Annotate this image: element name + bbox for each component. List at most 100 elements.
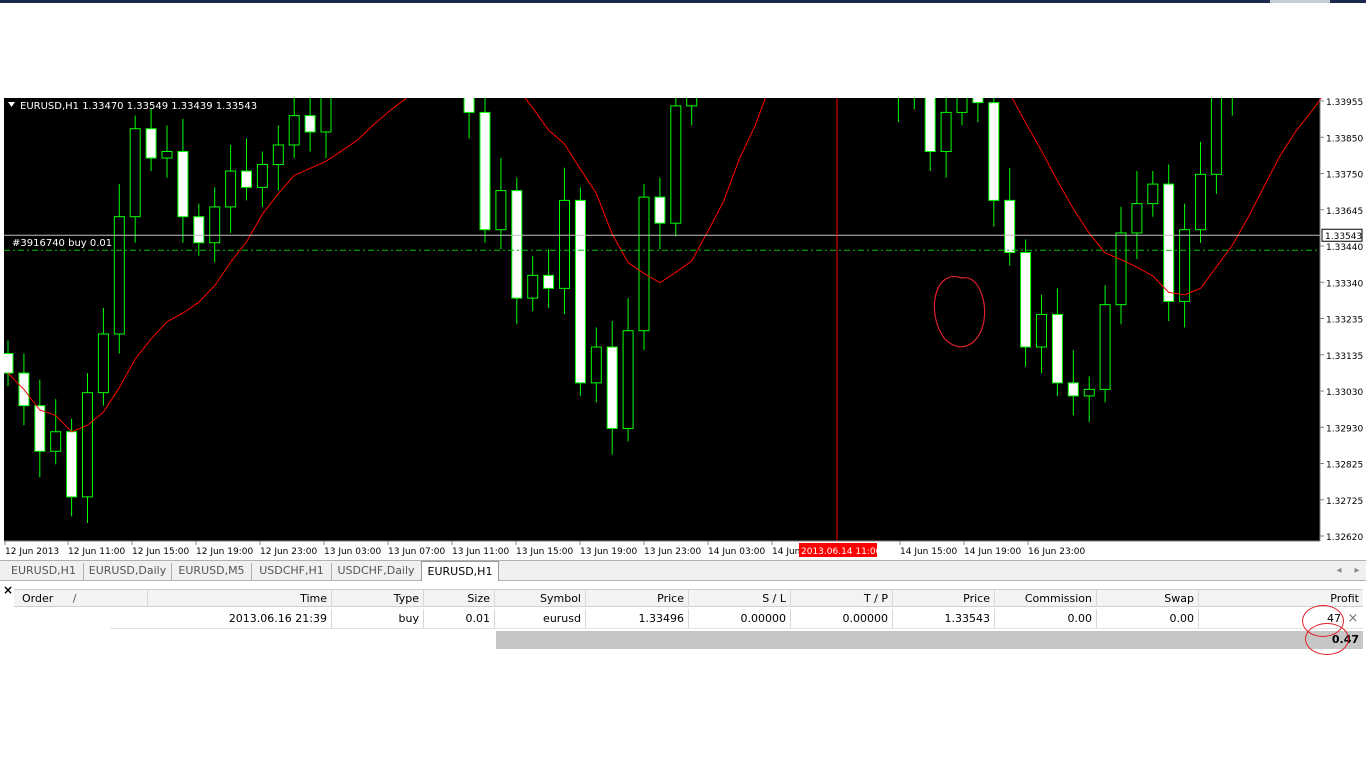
price-chart[interactable]: 1.33955 1.33850 1.33750 1.33645 1.33440 1.333… <box>4 98 1366 560</box>
price-tick-label: 1.33340 <box>1326 279 1363 289</box>
cell-symbol: eurusd <box>495 609 586 628</box>
candle-body <box>304 115 316 133</box>
time-tick-label: 13 Jun 15:00 <box>516 547 573 557</box>
chart-tab-bar: EURUSD,H1 EURUSD,Daily EURUSD,M5 USDCHF,… <box>0 560 1366 581</box>
candle-body <box>988 102 1000 201</box>
candle-body <box>1020 252 1032 348</box>
time-tick-label: 16 Jun 23:00 <box>1028 547 1085 557</box>
candle-body <box>1210 98 1222 175</box>
order-line-label: #3916740 buy 0.01 <box>12 238 112 249</box>
time-tick-label: 14 Jun 03:00 <box>708 547 765 557</box>
candle-body <box>82 392 93 498</box>
candle-body <box>1179 229 1191 302</box>
candlestick-chart-svg[interactable]: 1.33955 1.33850 1.33750 1.33645 1.33440 1.333… <box>4 98 1366 560</box>
time-tick-label: 13 Jun 19:00 <box>580 547 637 557</box>
candle-body <box>1067 382 1079 397</box>
tab-eurusd-m5[interactable]: EURUSD,M5 <box>172 563 252 580</box>
candle-body <box>66 431 78 498</box>
candle-body <box>177 151 189 218</box>
candle-body <box>940 111 952 153</box>
candle-body <box>1036 313 1047 348</box>
time-tick-label: 12 Jun 15:00 <box>132 547 189 557</box>
candle-body <box>622 330 634 429</box>
cell-tp: 0.00000 <box>791 609 893 628</box>
column-header-commission[interactable]: Commission <box>995 590 1097 607</box>
cell-commission: 0.00 <box>995 609 1097 628</box>
sort-indicator-icon: / <box>72 592 77 605</box>
column-header-swap[interactable]: Swap <box>1097 590 1199 607</box>
candle-body <box>145 128 157 159</box>
price-tick-label: 1.33135 <box>1326 352 1363 362</box>
cell-swap: 0.00 <box>1097 609 1199 628</box>
terminal-panel: × Order / Time Type Size Symbol Price S … <box>0 582 1366 668</box>
column-header-open-price[interactable]: Price <box>586 590 689 607</box>
column-header-profit[interactable]: Profit <box>1199 590 1363 607</box>
column-header-time[interactable]: Time <box>148 590 332 607</box>
table-row[interactable]: 2013.06.16 21:39 buy 0.01 eurusd 1.33496… <box>110 609 1363 629</box>
candle-body <box>1051 313 1063 384</box>
candle-body <box>574 199 586 384</box>
candle-body <box>209 206 221 244</box>
tab-usdchf-daily[interactable]: USDCHF,Daily <box>332 563 420 580</box>
price-tick-label: 1.33955 <box>1326 98 1363 108</box>
price-tick-label: 1.32930 <box>1326 424 1363 434</box>
terminal-close-icon[interactable]: × <box>3 584 13 596</box>
column-header-order[interactable]: Order / <box>14 590 148 607</box>
tab-scroll-right-icon[interactable]: ▸ <box>1350 563 1364 579</box>
price-tick-label: 1.33030 <box>1326 388 1363 398</box>
candle-body <box>320 98 332 133</box>
time-tick-label: 13 Jun 07:00 <box>388 547 445 557</box>
close-order-icon[interactable]: × <box>1346 609 1360 628</box>
trade-table-header: Order / Time Type Size Symbol Price S / … <box>14 589 1363 607</box>
candle-body <box>225 170 237 208</box>
price-tick-label: 1.32725 <box>1326 497 1363 507</box>
candle-body <box>1083 388 1095 397</box>
candle-body <box>1099 304 1111 390</box>
price-tick-label: 1.32825 <box>1326 461 1363 471</box>
tab-scroll-left-icon[interactable]: ◂ <box>1332 563 1346 579</box>
candle-body <box>511 190 523 299</box>
time-tick-label: 14 Jun 19:00 <box>964 547 1021 557</box>
column-header-tp[interactable]: T / P <box>791 590 893 607</box>
price-tick-label: 1.33750 <box>1326 171 1363 181</box>
candle-body <box>654 196 666 224</box>
cell-size: 0.01 <box>424 609 495 628</box>
candle-body <box>256 164 268 188</box>
candle-body <box>670 105 682 224</box>
cell-open-price: 1.33496 <box>586 609 689 628</box>
candle-body <box>1163 183 1175 302</box>
candle-body <box>543 274 555 289</box>
candle-body <box>463 98 475 113</box>
candle-body <box>924 98 936 153</box>
column-header-sl[interactable]: S / L <box>689 590 791 607</box>
column-header-current-price[interactable]: Price <box>893 590 995 607</box>
price-axis: 1.33955 1.33850 1.33750 1.33645 1.33440 1.333… <box>1319 98 1363 543</box>
balance-summary-bar: 0.47 <box>496 631 1363 649</box>
cell-current-price: 1.33543 <box>893 609 995 628</box>
tab-eurusd-h1-active[interactable]: EURUSD,H1 <box>421 561 499 581</box>
column-header-order-label: Order <box>22 592 54 605</box>
tab-eurusd-daily[interactable]: EURUSD,Daily <box>84 563 172 580</box>
column-header-type[interactable]: Type <box>332 590 424 607</box>
time-axis: 12 Jun 2013 12 Jun 11:00 12 Jun 15:00 12 Ju… <box>4 540 1320 557</box>
tab-usdchf-h1[interactable]: USDCHF,H1 <box>252 563 332 580</box>
cell-time: 2013.06.16 21:39 <box>148 609 332 628</box>
plot-background <box>4 98 1320 541</box>
candle-body <box>495 190 507 231</box>
tab-eurusd-h1[interactable]: EURUSD,H1 <box>4 563 84 580</box>
chart-window[interactable]: 1.33955 1.33850 1.33750 1.33645 1.33440 1.333… <box>4 98 1366 560</box>
cell-type: buy <box>332 609 424 628</box>
time-tick-label: 12 Jun 2013 <box>5 547 59 557</box>
candle-body <box>1131 203 1143 234</box>
candle-body <box>1147 183 1159 205</box>
price-tick-label: 1.33645 <box>1326 207 1363 217</box>
price-tick-label: 1.33850 <box>1326 134 1363 144</box>
column-header-symbol[interactable]: Symbol <box>495 590 586 607</box>
time-tick-label: 12 Jun 19:00 <box>196 547 253 557</box>
time-tick-label: 14 Jun 15:00 <box>900 547 957 557</box>
column-header-size[interactable]: Size <box>424 590 495 607</box>
candle-body <box>288 115 300 146</box>
candle-body <box>161 151 173 159</box>
candle-body <box>638 196 650 332</box>
crosshair-time-label: 2013.06.14 11:00 <box>801 547 882 557</box>
